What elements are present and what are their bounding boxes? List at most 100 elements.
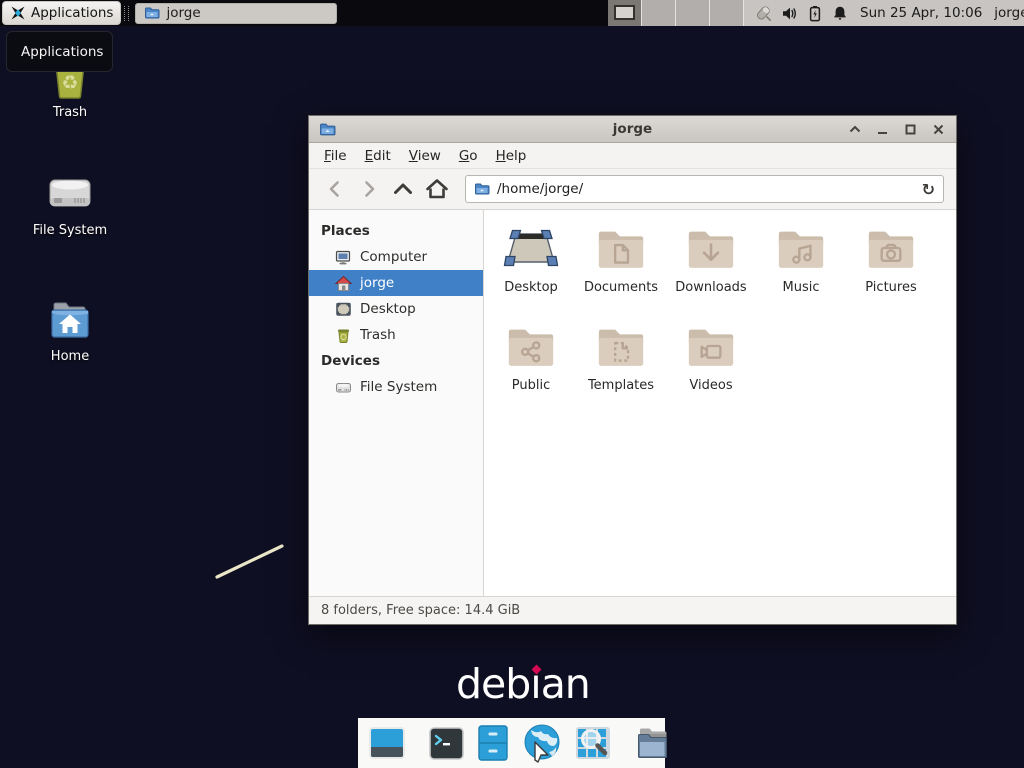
music-folder-icon (772, 220, 830, 276)
pictures-folder-icon (862, 220, 920, 276)
debian-logo: debıan (456, 660, 590, 708)
debian-logo-text: deb (456, 660, 530, 708)
battery-charging-icon[interactable] (807, 5, 823, 22)
desktop-icon-home[interactable]: Home (22, 296, 118, 364)
file-item-downloads[interactable]: Downloads (666, 220, 756, 318)
system-tray (754, 4, 848, 22)
home-folder-icon (45, 296, 95, 344)
file-item-documents[interactable]: Documents (576, 220, 666, 318)
menu-view[interactable]: View (400, 144, 450, 168)
file-icon-view[interactable]: Desktop Documents (484, 210, 956, 596)
stylus-line (210, 538, 292, 584)
desktop-icon-label: Trash (53, 105, 87, 120)
taskbar-window-button[interactable]: jorge (135, 3, 337, 24)
sidebar-item-computer[interactable]: Computer (309, 244, 483, 270)
desktop-icon-label: Home (51, 349, 89, 364)
mouse-device-icon[interactable] (754, 4, 772, 22)
sidebar-header-devices: Devices (309, 348, 483, 374)
home-icon (335, 275, 352, 292)
sidebar: Places Computer (309, 210, 484, 596)
xfce-applications-icon (10, 5, 26, 21)
terminal-icon[interactable] (428, 725, 465, 762)
file-manager-icon[interactable] (634, 724, 674, 762)
applications-tooltip: Applications (6, 31, 113, 72)
file-item-label: Templates (588, 378, 654, 393)
file-item-label: Pictures (865, 280, 916, 295)
menu-help[interactable]: Help (487, 144, 536, 168)
downloads-folder-icon (682, 220, 740, 276)
computer-icon (335, 249, 352, 266)
home-button[interactable] (423, 175, 451, 203)
panel-grip-handle[interactable] (124, 6, 129, 21)
close-button[interactable] (931, 122, 946, 137)
workspace-window-thumb (614, 5, 635, 20)
up-button[interactable] (389, 175, 417, 203)
desktop-icon-label: File System (33, 223, 107, 238)
file-item-label: Public (512, 378, 550, 393)
volume-icon[interactable] (781, 5, 798, 22)
sidebar-item-label: Desktop (360, 301, 416, 317)
file-cabinet-icon[interactable] (476, 724, 510, 762)
dock (358, 718, 665, 768)
applications-menu-button[interactable]: Applications (2, 1, 121, 25)
sidebar-item-label: Computer (360, 249, 427, 265)
file-item-templates[interactable]: Templates (576, 318, 666, 416)
menubar: File Edit View Go Help (309, 143, 956, 169)
sidebar-item-label: File System (360, 379, 437, 395)
menu-file[interactable]: File (315, 144, 356, 168)
notification-bell-icon[interactable] (832, 5, 848, 22)
forward-button[interactable] (355, 175, 383, 203)
window-body: Places Computer (309, 210, 956, 596)
statusbar-text: 8 folders, Free space: 14.4 GiB (321, 603, 520, 618)
desktop-icon (335, 301, 352, 318)
file-item-desktop[interactable]: Desktop (486, 220, 576, 318)
web-browser-icon[interactable] (521, 722, 563, 764)
location-input[interactable]: /home/jorge/ (497, 181, 915, 197)
path-folder-icon (474, 181, 490, 197)
workspace-2[interactable] (642, 0, 676, 26)
sidebar-item-trash[interactable]: Trash (309, 322, 483, 348)
file-item-label: Desktop (504, 280, 558, 295)
sidebar-header-places: Places (309, 218, 483, 244)
folder-icon (144, 5, 160, 21)
panel-username[interactable]: jorge (994, 5, 1024, 21)
workspace-1[interactable] (608, 0, 642, 26)
application-finder-icon[interactable] (574, 724, 612, 762)
toolbar: /home/jorge/ ↻ (309, 169, 956, 210)
workspace-4[interactable] (710, 0, 744, 26)
maximize-button[interactable] (903, 122, 918, 137)
debian-logo-text: an (541, 660, 590, 708)
hard-drive-icon (45, 170, 95, 218)
menu-go[interactable]: Go (450, 144, 487, 168)
file-item-videos[interactable]: Videos (666, 318, 756, 416)
menu-edit[interactable]: Edit (356, 144, 400, 168)
back-button[interactable] (321, 175, 349, 203)
workspace-switcher[interactable] (608, 0, 744, 26)
minimize-button[interactable] (875, 122, 890, 137)
sidebar-item-jorge[interactable]: jorge (309, 270, 483, 296)
titlebar[interactable]: jorge (309, 116, 956, 143)
sidebar-item-label: Trash (360, 327, 396, 343)
window-controls (847, 122, 946, 137)
sidebar-item-label: jorge (360, 275, 394, 291)
file-item-label: Documents (584, 280, 658, 295)
file-item-music[interactable]: Music (756, 220, 846, 318)
workspace-3[interactable] (676, 0, 710, 26)
templates-folder-icon (592, 318, 650, 374)
file-item-public[interactable]: Public (486, 318, 576, 416)
panel-clock[interactable]: Sun 25 Apr, 10:06 (860, 5, 982, 21)
tooltip-text: Applications (21, 44, 103, 60)
svg-text:♻: ♻ (61, 72, 78, 94)
trash-icon (335, 327, 352, 344)
applications-menu-label: Applications (31, 5, 113, 21)
desktop-icon-file-system[interactable]: File System (22, 170, 118, 238)
show-desktop-icon[interactable] (368, 724, 406, 762)
documents-folder-icon (592, 220, 650, 276)
sidebar-item-desktop[interactable]: Desktop (309, 296, 483, 322)
file-item-label: Downloads (675, 280, 746, 295)
reload-icon[interactable]: ↻ (922, 180, 935, 199)
file-item-pictures[interactable]: Pictures (846, 220, 936, 318)
sidebar-item-file-system[interactable]: File System (309, 374, 483, 400)
location-bar[interactable]: /home/jorge/ ↻ (465, 175, 944, 203)
shade-button[interactable] (847, 122, 862, 137)
